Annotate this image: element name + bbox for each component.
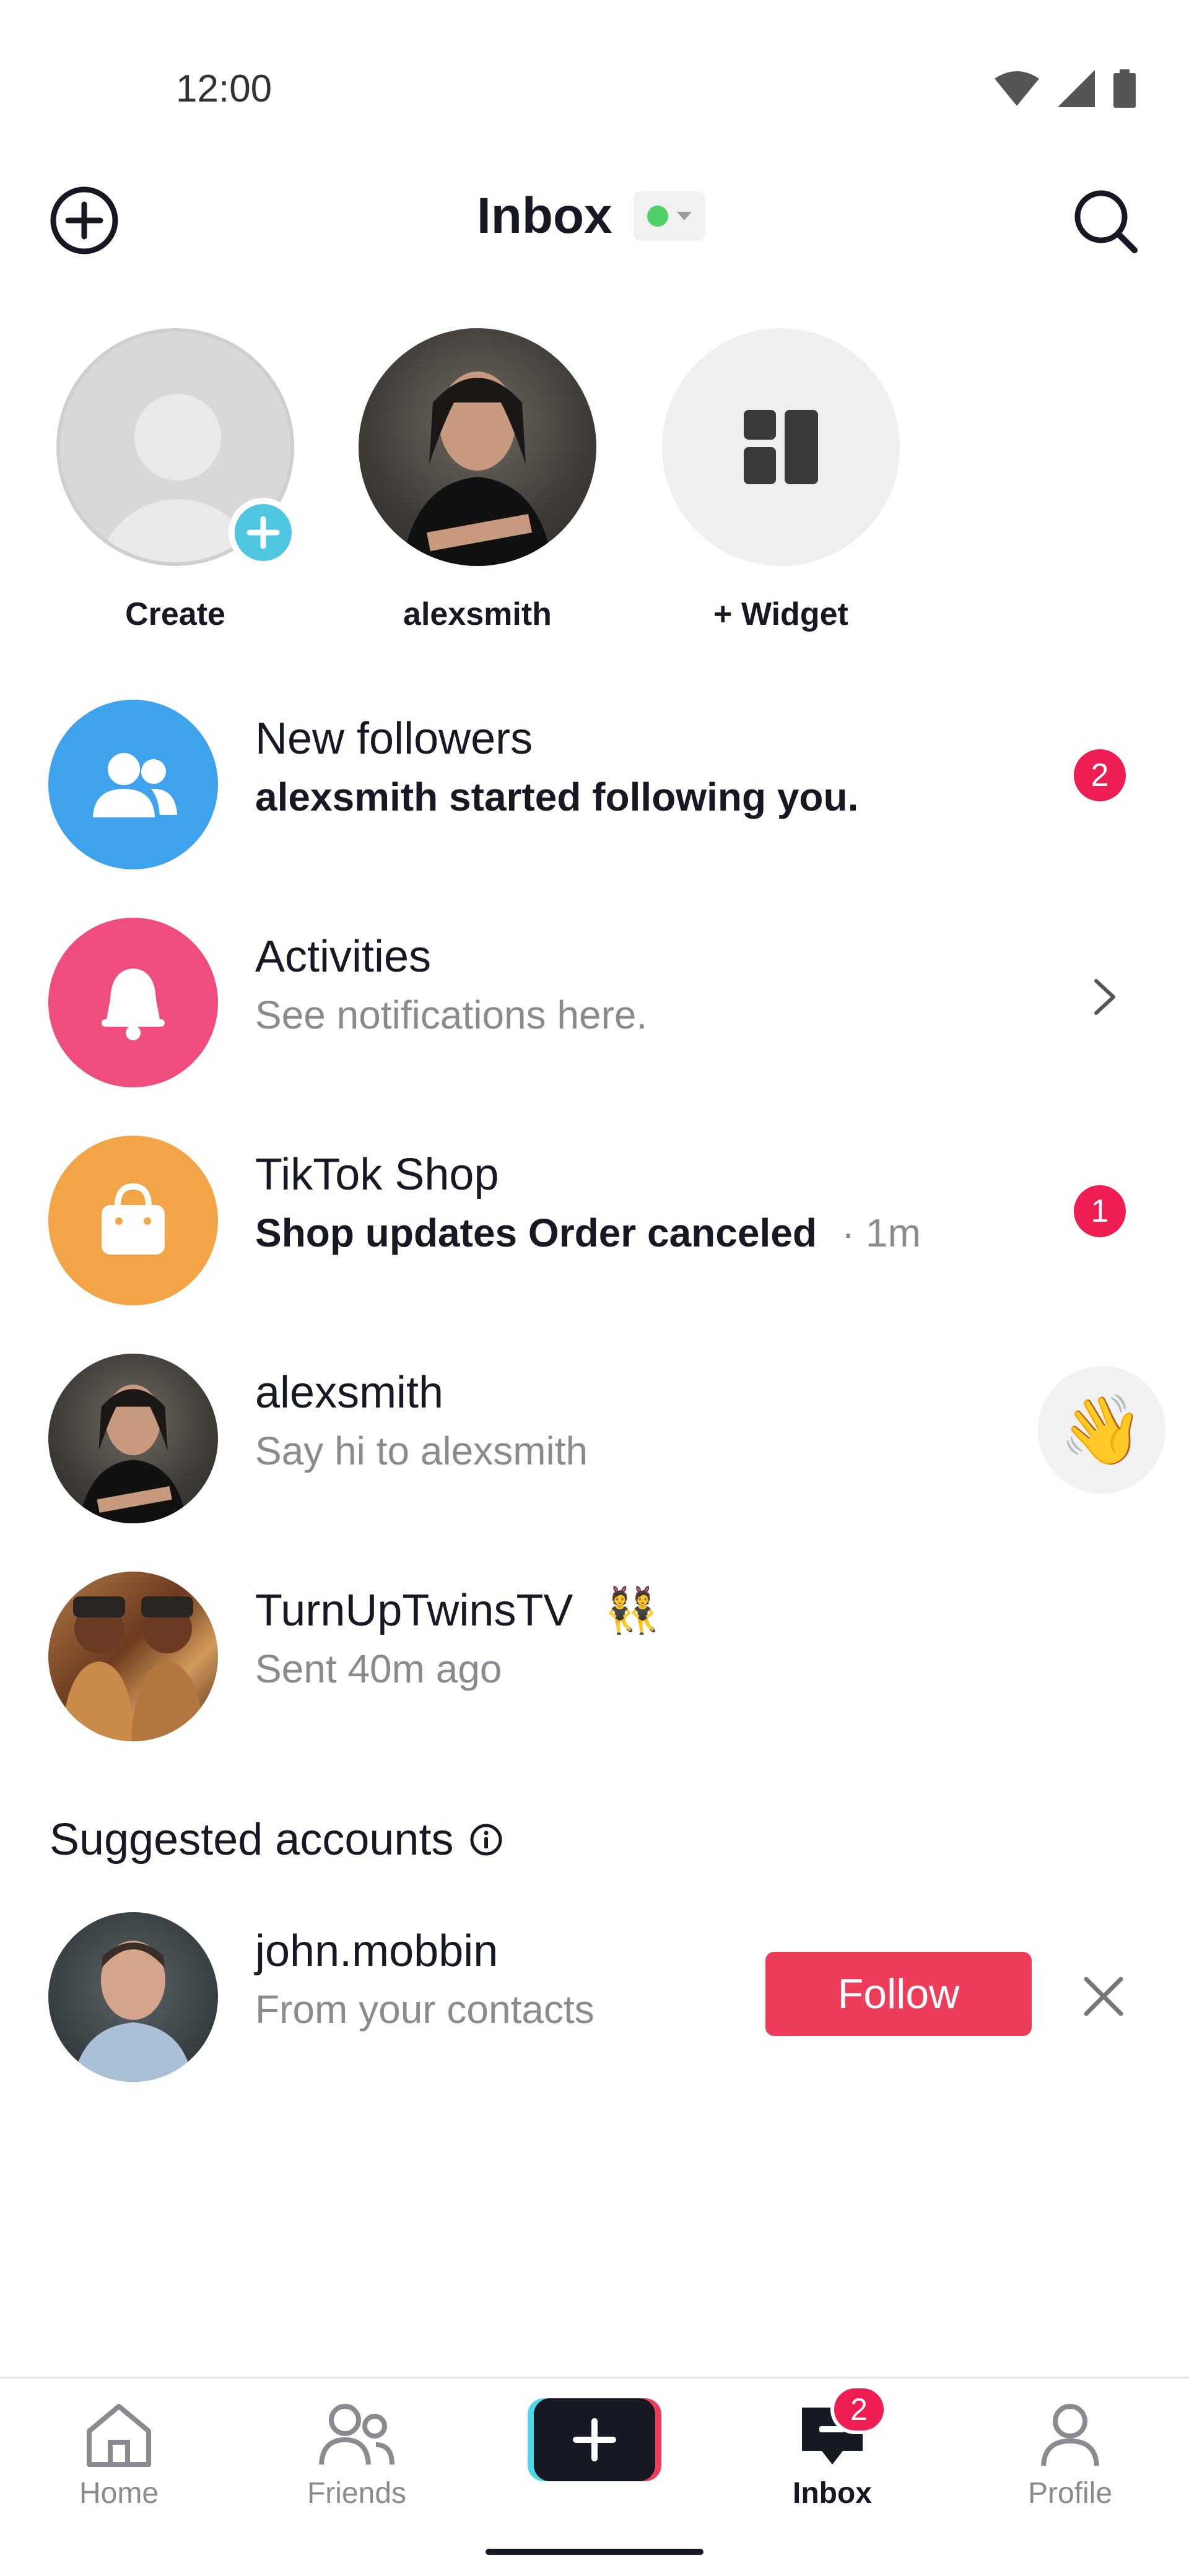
bell-icon	[102, 968, 165, 1040]
row-title: alexsmith	[255, 1368, 444, 1417]
list-item-activities[interactable]: Activities See notifications here.	[0, 899, 1189, 1087]
battery-icon	[1113, 69, 1136, 108]
search-icon[interactable]	[1070, 186, 1139, 255]
nav-label: Profile	[1027, 2477, 1113, 2510]
stories-row: Create alexsmith + Widget	[0, 328, 1189, 650]
home-icon	[79, 2398, 159, 2473]
wave-button[interactable]: 👋	[1038, 1366, 1165, 1494]
row-title: Activities	[255, 932, 432, 981]
nav-home[interactable]: Home	[26, 2398, 212, 2510]
online-status-toggle[interactable]	[633, 191, 705, 241]
row-subtitle: alexsmith started following you.	[255, 775, 859, 820]
suggested-accounts-heading: Suggested accounts	[50, 1814, 503, 1865]
story-label: alexsmith	[403, 596, 552, 632]
followers-avatar	[48, 700, 218, 869]
inbox-badge: 2	[830, 2385, 887, 2434]
list-item-alexsmith[interactable]: alexsmith Say hi to alexsmith 👋	[0, 1335, 1189, 1523]
row-text: New followers alexsmith started followin…	[255, 712, 858, 824]
page-title: Inbox	[477, 188, 612, 244]
dancers-emoji: 👯	[604, 1586, 660, 1635]
online-dot-icon	[647, 206, 668, 227]
avatar	[48, 1354, 218, 1523]
inbox-header: Inbox	[0, 161, 1189, 272]
bottom-navigation: Home Friends 2 Inbox Profile	[0, 2377, 1189, 2576]
story-label: Create	[125, 596, 225, 632]
avatar	[359, 328, 596, 566]
follow-button[interactable]: Follow	[765, 1952, 1032, 2036]
story-add-widget[interactable]: + Widget	[660, 328, 902, 633]
story-label: + Widget	[713, 596, 848, 632]
status-time: 12:00	[176, 67, 272, 110]
avatar	[48, 1912, 218, 2082]
row-title: New followers	[255, 714, 533, 764]
story-create[interactable]: Create	[54, 328, 298, 633]
close-icon[interactable]	[1081, 1974, 1126, 2019]
header-title-group[interactable]: Inbox	[477, 187, 705, 245]
info-icon[interactable]	[469, 1823, 503, 1856]
row-subtitle: See notifications here.	[255, 993, 648, 1038]
row-subtitle: Shop updates Order canceled	[255, 1211, 817, 1256]
friends-icon	[316, 2398, 397, 2473]
list-item-turnuptwinstv[interactable]: TurnUpTwinsTV 👯 Sent 40m ago	[0, 1553, 1189, 1741]
chevron-right-icon	[1094, 979, 1115, 1015]
row-subtitle: From your contacts	[255, 1987, 594, 2032]
row-title: TurnUpTwinsTV	[255, 1586, 573, 1635]
nav-friends[interactable]: Friends	[264, 2398, 450, 2510]
widget-icon	[744, 410, 818, 484]
signal-icon	[1058, 70, 1095, 107]
row-title: TikTok Shop	[255, 1150, 499, 1199]
row-subtitle: Say hi to alexsmith	[255, 1429, 588, 1474]
row-subtitle-group: Shop updates Order canceled · 1m	[255, 1208, 921, 1259]
row-title-group: TurnUpTwinsTV 👯	[255, 1584, 660, 1637]
home-indicator[interactable]	[486, 2549, 703, 2555]
chevron-down-icon	[676, 212, 692, 220]
shop-avatar	[48, 1136, 218, 1305]
row-text: john.mobbin From your contacts	[255, 1925, 594, 2036]
avatar	[48, 1572, 218, 1741]
plus-circle-icon[interactable]	[50, 186, 119, 255]
plus-icon	[534, 2398, 655, 2481]
nav-label: Friends	[307, 2477, 407, 2510]
nav-label: Home	[79, 2477, 159, 2510]
unread-badge: 2	[1074, 749, 1126, 801]
row-subtitle: Sent 40m ago	[255, 1647, 502, 1692]
row-text: TurnUpTwinsTV 👯 Sent 40m ago	[255, 1584, 660, 1695]
list-item-tiktok-shop[interactable]: TikTok Shop Shop updates Order canceled …	[0, 1117, 1189, 1305]
row-text: TikTok Shop Shop updates Order canceled …	[255, 1148, 921, 1260]
row-time: · 1m	[841, 1211, 921, 1256]
row-title: john.mobbin	[255, 1926, 499, 1976]
activities-avatar	[48, 918, 218, 1087]
nav-label: Inbox	[793, 2477, 872, 2510]
section-title: Suggested accounts	[50, 1815, 454, 1865]
story-alexsmith[interactable]: alexsmith	[357, 328, 598, 633]
row-text: Activities See notifications here.	[255, 930, 647, 1042]
inbox-icon: 2	[792, 2385, 887, 2473]
wifi-icon	[995, 71, 1039, 106]
status-bar: 12:00	[0, 0, 1189, 149]
list-item-new-followers[interactable]: New followers alexsmith started followin…	[0, 681, 1189, 869]
people-icon	[93, 753, 177, 817]
create-post-button[interactable]	[528, 2398, 661, 2481]
profile-icon	[1030, 2398, 1110, 2473]
shopping-bag-icon	[102, 1183, 165, 1255]
plus-icon	[229, 498, 298, 567]
row-text: alexsmith Say hi to alexsmith	[255, 1366, 588, 1477]
nav-inbox[interactable]: 2 Inbox	[739, 2385, 925, 2510]
widget-circle	[662, 328, 900, 566]
unread-badge: 1	[1074, 1185, 1126, 1237]
create-avatar	[56, 328, 298, 567]
nav-profile[interactable]: Profile	[977, 2398, 1163, 2510]
status-icons	[995, 69, 1136, 108]
